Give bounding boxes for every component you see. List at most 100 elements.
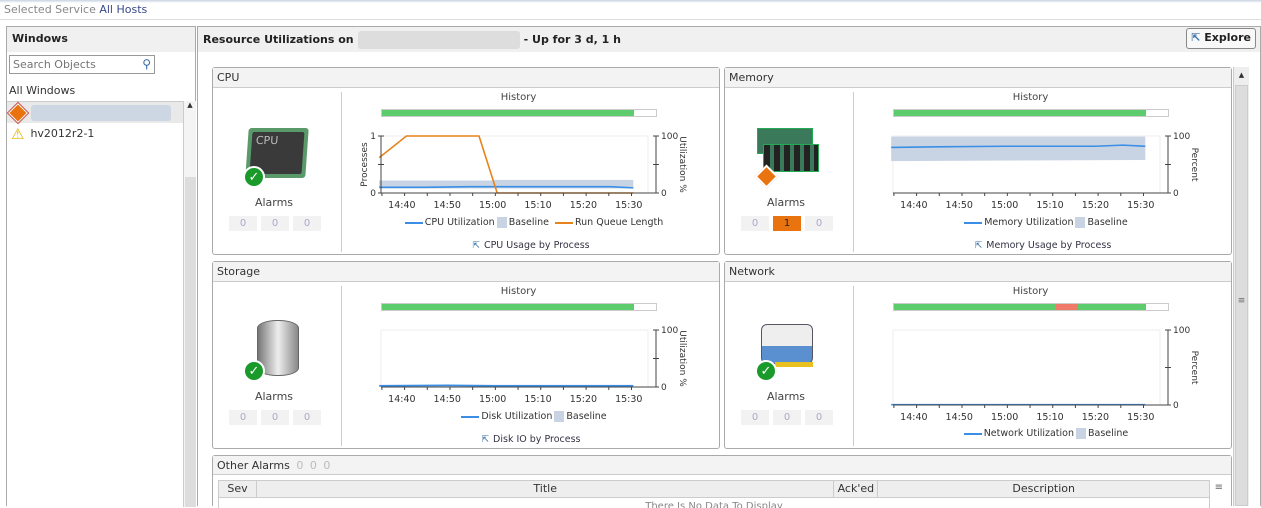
- search-box[interactable]: ⚲: [9, 55, 155, 74]
- explore-icon: ⇱: [1191, 31, 1201, 44]
- windows-sidebar: Windows ⚲ All Windows ⚠ hv2012r2-1 ▲: [6, 26, 196, 507]
- scrollbar-thumb[interactable]: [185, 177, 196, 507]
- x-tick-label: 15:00: [991, 412, 1018, 423]
- y-right-tick-label: 100: [1173, 326, 1190, 336]
- search-input[interactable]: [13, 58, 133, 71]
- page-title: Resource Utilizations on - Up for 3 d, 1…: [198, 27, 1260, 52]
- sidebar-title: Windows: [7, 27, 195, 52]
- x-tick-label: 14:50: [946, 412, 973, 423]
- network-panel: Network ✓ Alarms 000 History 14:40 14:50 1…: [724, 261, 1232, 449]
- plot-area: [380, 329, 649, 388]
- x-tick-label: 15:20: [570, 394, 597, 405]
- y-left-tick-label: 1: [370, 132, 376, 142]
- legend-swatch-baseline: [554, 411, 565, 422]
- search-icon[interactable]: ⚲: [142, 57, 151, 71]
- y-left-tick-label: 0: [370, 189, 376, 199]
- chart-legend: CPU Utilization Baseline Run Queue Length: [341, 217, 721, 228]
- x-tick-label: 15:00: [991, 200, 1018, 211]
- drilldown-icon: ⇱: [472, 241, 480, 251]
- legend-label: CPU Utilization: [424, 217, 495, 228]
- column-header-title[interactable]: Title: [257, 481, 835, 497]
- legend-swatch-line: [461, 415, 480, 418]
- memory-process-link[interactable]: ⇱ Memory Usage by Process: [853, 240, 1233, 251]
- plot-area: [892, 329, 1161, 406]
- alarm-count: 0: [323, 459, 331, 472]
- scroll-up-icon[interactable]: ▲: [1234, 67, 1249, 84]
- x-tick-label: 14:40: [388, 394, 415, 405]
- scroll-up-icon[interactable]: ▲: [184, 101, 196, 109]
- y-right-tick-label: 100: [661, 132, 678, 142]
- explore-label: Explore: [1204, 31, 1251, 44]
- y-right-tick-label: 0: [661, 383, 667, 393]
- y-right-axis-label: Utilization %: [677, 136, 687, 193]
- x-tick-label: 14:50: [434, 200, 461, 211]
- all-windows-link[interactable]: All Windows: [9, 84, 75, 97]
- column-header-description[interactable]: Description: [878, 481, 1209, 497]
- link-label: Disk IO by Process: [493, 434, 581, 445]
- legend-label: Baseline: [566, 411, 607, 422]
- legend-swatch-baseline: [1076, 428, 1086, 439]
- x-tick-label: 15:30: [615, 200, 642, 211]
- chart-legend: Network Utilization Baseline: [853, 428, 1233, 439]
- x-tick-label: 14:50: [434, 394, 461, 405]
- x-tick-label: 15:00: [479, 394, 506, 405]
- x-tick-label: 15:30: [615, 394, 642, 405]
- legend-swatch-line: [404, 221, 423, 224]
- column-header-acked[interactable]: Ack'ed: [834, 481, 879, 497]
- y-right-tick-label: 0: [1173, 189, 1179, 199]
- link-label: CPU Usage by Process: [483, 240, 590, 251]
- grip-icon: ≡: [1237, 296, 1246, 306]
- alarm-count: 0: [296, 459, 304, 472]
- column-chooser-icon[interactable]: ≡: [1215, 482, 1223, 493]
- baseline-band: [891, 136, 1146, 162]
- alarms-table: Sev Title Ack'ed Description There Is No…: [218, 480, 1210, 508]
- storage-process-link[interactable]: ⇱ Disk IO by Process: [341, 434, 721, 445]
- warning-yellow-icon: ⚠: [11, 124, 25, 143]
- network-chart: 14:40 14:50 15:00 15:10 15:20 15:30 0 100 Percen…: [891, 326, 1199, 423]
- windows-tree: ⚠ hv2012r2-1: [6, 101, 183, 144]
- x-tick-label: 15:30: [1127, 200, 1154, 211]
- scrollbar-thumb[interactable]: ≡: [1235, 85, 1248, 506]
- cpu-panel: CPU CPU ✓ Alarms 000 History 14:40 14:50 15…: [212, 67, 720, 255]
- x-tick-label: 14:40: [900, 200, 927, 211]
- tree-item[interactable]: ⚠ hv2012r2-1: [7, 123, 183, 144]
- tree-item-label-redacted: [31, 104, 171, 121]
- legend-swatch-baseline: [1075, 217, 1086, 228]
- sidebar-scrollbar[interactable]: ▲: [183, 101, 196, 507]
- x-tick-label: 15:00: [479, 200, 506, 211]
- legend-label: Baseline: [1087, 217, 1128, 228]
- selected-service-value[interactable]: All Hosts: [99, 3, 147, 16]
- legend-label: Disk Utilization: [481, 411, 553, 422]
- legend-swatch-line: [554, 221, 573, 224]
- legend-swatch-baseline: [496, 217, 507, 228]
- drilldown-icon: ⇱: [974, 241, 983, 251]
- host-name-redacted: [357, 30, 520, 49]
- chart-legend: Disk Utilization Baseline: [341, 411, 721, 422]
- legend-label: Run Queue Length: [574, 217, 664, 228]
- tree-item[interactable]: [6, 101, 183, 124]
- y-right-tick-label: 100: [661, 326, 678, 336]
- y-right-axis-label: Percent: [1189, 148, 1199, 182]
- x-tick-label: 15:10: [1036, 200, 1063, 211]
- alarm-count: 0: [309, 459, 317, 472]
- legend-label: Baseline: [1088, 428, 1129, 439]
- x-tick-label: 15:20: [1082, 412, 1109, 423]
- y-right-tick-label: 0: [661, 189, 667, 199]
- x-tick-label: 14:40: [388, 200, 415, 211]
- column-header-sev[interactable]: Sev: [219, 481, 257, 497]
- series-line: [379, 384, 634, 387]
- main-scrollbar[interactable]: ▲ ≡: [1233, 67, 1249, 506]
- y-right-tick-label: 0: [1173, 401, 1179, 411]
- explore-button[interactable]: ⇱ Explore: [1186, 28, 1256, 49]
- x-tick-label: 14:40: [900, 412, 927, 423]
- x-tick-label: 15:30: [1127, 412, 1154, 423]
- x-tick-label: 14:50: [946, 200, 973, 211]
- selected-service-bar: Selected Service All Hosts: [0, 0, 1261, 20]
- link-label: Memory Usage by Process: [986, 240, 1112, 251]
- legend-swatch-line: [964, 221, 983, 224]
- cpu-process-link[interactable]: ⇱ CPU Usage by Process: [341, 240, 721, 251]
- storage-panel: Storage ✓ Alarms 000 History 14:40 14:50 1…: [212, 261, 720, 449]
- memory-panel: Memory Alarms 010 History 14:40 14:50 15:0…: [724, 67, 1232, 255]
- y-left-axis-label: Processes: [360, 142, 370, 187]
- title-suffix: - Up for 3 d, 1 h: [523, 33, 621, 46]
